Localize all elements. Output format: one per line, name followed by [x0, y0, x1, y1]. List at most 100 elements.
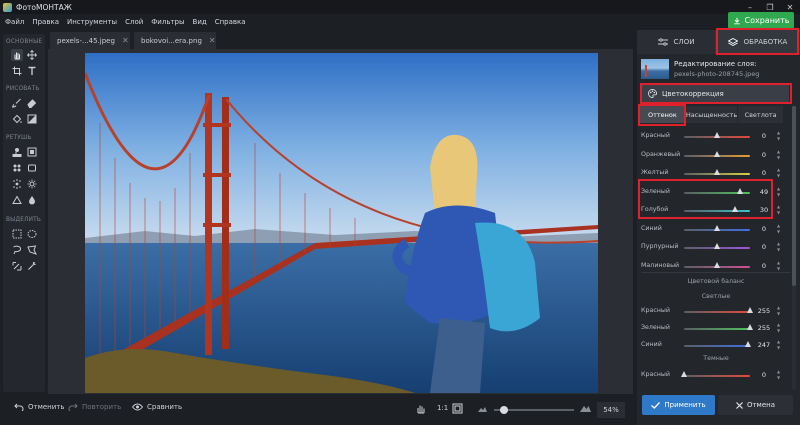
magic-select-tool[interactable]	[11, 260, 23, 272]
gradient-tool[interactable]	[26, 113, 38, 125]
crop-tool[interactable]	[11, 65, 23, 77]
slider-knob[interactable]	[714, 224, 720, 231]
hand-tool[interactable]	[11, 49, 23, 61]
stepper-arrows-icon[interactable]: ▲ ▼	[776, 130, 781, 142]
stepper-arrows-icon[interactable]: ▲ ▼	[776, 305, 781, 317]
document-tab-2[interactable]: bokovoi...era.png ✕	[134, 32, 216, 49]
cancel-button[interactable]: Отмена	[718, 395, 793, 415]
slider-track[interactable]	[684, 345, 750, 347]
undo-button[interactable]: Отменить	[14, 403, 65, 411]
compare-button[interactable]: Сравнить	[132, 403, 182, 411]
menu-filters[interactable]: Фильтры	[151, 18, 184, 26]
slider-knob[interactable]	[745, 341, 752, 347]
slider-value[interactable]: 247	[754, 339, 774, 351]
zoom-slider[interactable]	[494, 406, 574, 414]
stepper-arrows-icon[interactable]: ▲ ▼	[776, 322, 781, 334]
slider-value[interactable]: 49	[754, 186, 774, 198]
color-correction-header[interactable]: Цветокоррекция	[642, 85, 789, 102]
slider-knob[interactable]	[714, 243, 720, 249]
canvas-area[interactable]	[48, 49, 633, 394]
stepper-arrows-icon[interactable]: ▲ ▼	[776, 149, 781, 161]
zoom-value[interactable]: 54%	[597, 402, 625, 418]
blur-tool[interactable]	[11, 178, 23, 190]
healing-tool[interactable]	[11, 162, 23, 174]
slider-track[interactable]	[684, 311, 750, 313]
subtab-saturation[interactable]: Насыщенность	[685, 106, 739, 123]
panel-scrollbar[interactable]	[792, 106, 796, 389]
panel-scrollbar-thumb[interactable]	[792, 106, 796, 286]
slider-knob[interactable]	[714, 150, 720, 157]
stepper-arrows-icon[interactable]: ▲ ▼	[776, 167, 781, 179]
apply-button[interactable]: Применить	[642, 395, 715, 415]
lasso-tool[interactable]	[11, 244, 23, 256]
brush-tool[interactable]	[11, 97, 23, 109]
fit-screen-icon[interactable]	[452, 403, 463, 414]
slider-value[interactable]: 0	[754, 369, 774, 381]
photo-canvas[interactable]	[85, 53, 598, 393]
slider-value[interactable]: 0	[754, 130, 774, 142]
sharpen-tool[interactable]	[11, 194, 23, 206]
slider-value[interactable]: 0	[754, 260, 774, 272]
magic-wand-tool[interactable]	[26, 260, 38, 272]
stepper-arrows-icon[interactable]: ▲ ▼	[776, 186, 781, 198]
redo-button[interactable]: Повторить	[68, 403, 121, 411]
slider-knob[interactable]	[714, 261, 720, 268]
slider-track[interactable]	[684, 328, 750, 330]
stepper-arrows-icon[interactable]: ▲ ▼	[776, 204, 781, 216]
slider-track[interactable]	[684, 210, 750, 212]
slider-value[interactable]: 0	[754, 223, 774, 235]
menu-view[interactable]: Вид	[193, 18, 207, 26]
zoom-out-icon[interactable]	[478, 406, 487, 412]
stepper-arrows-icon[interactable]: ▲ ▼	[776, 260, 781, 272]
slider-knob[interactable]	[747, 307, 753, 313]
stepper-arrows-icon[interactable]: ▲ ▼	[776, 369, 781, 381]
slider-value[interactable]: 0	[754, 149, 774, 161]
zoom-slider-knob[interactable]	[500, 406, 509, 414]
move-tool[interactable]	[26, 49, 38, 61]
slider-knob[interactable]	[681, 371, 687, 377]
save-button[interactable]: Сохранить	[728, 12, 794, 29]
slider-value[interactable]: 255	[754, 322, 774, 334]
close-tab-icon[interactable]: ✕	[209, 36, 216, 45]
tab-layers[interactable]: СЛОИ	[637, 30, 715, 54]
slider-value[interactable]: 0	[754, 167, 774, 179]
tab-layers-label: СЛОИ	[673, 38, 695, 46]
rect-select-tool[interactable]	[11, 228, 23, 240]
zoom-in-icon[interactable]	[580, 404, 591, 412]
stamp-tool[interactable]	[11, 146, 23, 158]
subtab-lightness[interactable]: Светлота	[738, 106, 784, 123]
slider-knob[interactable]	[731, 206, 738, 212]
text-tool[interactable]	[26, 65, 38, 77]
slider-value[interactable]: 0	[754, 241, 774, 253]
stepper-arrows-icon[interactable]: ▲ ▼	[776, 339, 781, 351]
slider-knob[interactable]	[714, 132, 720, 138]
slider-knob[interactable]	[737, 187, 744, 194]
hand-pan-icon[interactable]	[415, 403, 426, 414]
slider-track[interactable]	[684, 375, 750, 377]
document-tab-1[interactable]: pexels-...45.jpeg ✕	[50, 32, 130, 49]
close-tab-icon[interactable]: ✕	[122, 36, 129, 45]
stepper-arrows-icon[interactable]: ▲ ▼	[776, 223, 781, 235]
slider-knob[interactable]	[747, 324, 753, 330]
dodge-tool[interactable]	[26, 194, 38, 206]
brightness-tool[interactable]	[26, 178, 38, 190]
menu-file[interactable]: Файл	[5, 18, 24, 26]
slider-value[interactable]: 30	[754, 204, 774, 216]
subtab-hue[interactable]: Оттенок	[640, 106, 686, 123]
menu-help[interactable]: Справка	[215, 18, 246, 26]
menu-tools[interactable]: Инструменты	[67, 18, 117, 26]
actual-size-button[interactable]: 1:1	[437, 404, 448, 412]
eraser-tool[interactable]	[26, 97, 38, 109]
slider-value[interactable]: 255	[754, 305, 774, 317]
slider-knob[interactable]	[714, 169, 720, 175]
ellipse-select-tool[interactable]	[26, 228, 38, 240]
slider-label: Красный	[641, 307, 670, 314]
stepper-arrows-icon[interactable]: ▲ ▼	[776, 241, 781, 253]
fill-tool[interactable]	[11, 113, 23, 125]
tab-processing[interactable]: ОБРАБОТКА	[715, 30, 800, 54]
menu-layer[interactable]: Слой	[125, 18, 143, 26]
frame-tool[interactable]	[26, 162, 38, 174]
polygon-lasso-tool[interactable]	[26, 244, 38, 256]
patch-tool[interactable]	[26, 146, 38, 158]
menu-edit[interactable]: Правка	[32, 18, 59, 26]
